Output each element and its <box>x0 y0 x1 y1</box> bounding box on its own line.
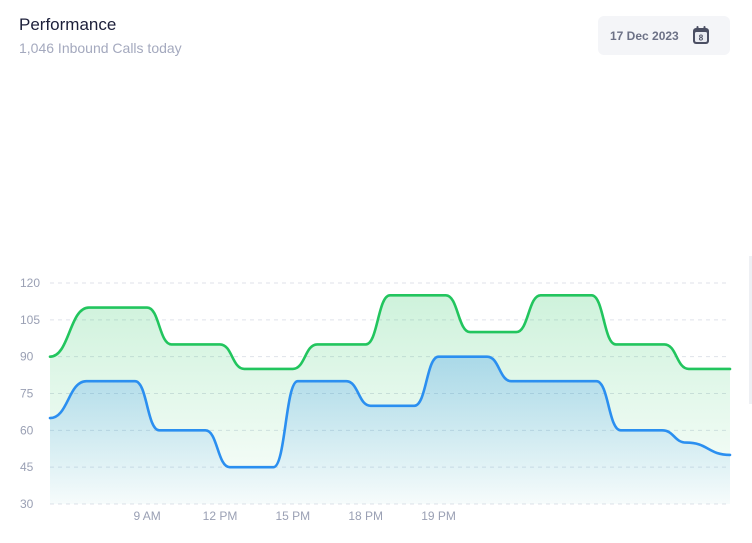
x-axis-ticks: 9 AM 12 PM 15 PM 18 PM 19 PM <box>133 509 455 523</box>
x-tick-label: 9 AM <box>133 509 160 523</box>
y-axis-ticks: 30 45 60 75 90 105 120 <box>20 276 40 511</box>
chart-areas <box>50 295 730 504</box>
performance-chart: 30 45 60 75 90 105 120 9 AM 12 PM 15 PM 18 PM 19 P… <box>20 276 732 523</box>
y-tick-label: 60 <box>20 423 34 437</box>
y-tick-label: 90 <box>20 350 34 364</box>
y-tick-label: 45 <box>20 460 34 474</box>
y-tick-label: 30 <box>20 497 34 511</box>
x-tick-label: 19 PM <box>421 509 456 523</box>
x-tick-label: 18 PM <box>348 509 383 523</box>
x-tick-label: 15 PM <box>276 509 311 523</box>
y-tick-label: 120 <box>20 276 40 290</box>
x-tick-label: 12 PM <box>203 509 238 523</box>
y-tick-label: 75 <box>20 387 34 401</box>
y-tick-label: 105 <box>20 313 40 327</box>
